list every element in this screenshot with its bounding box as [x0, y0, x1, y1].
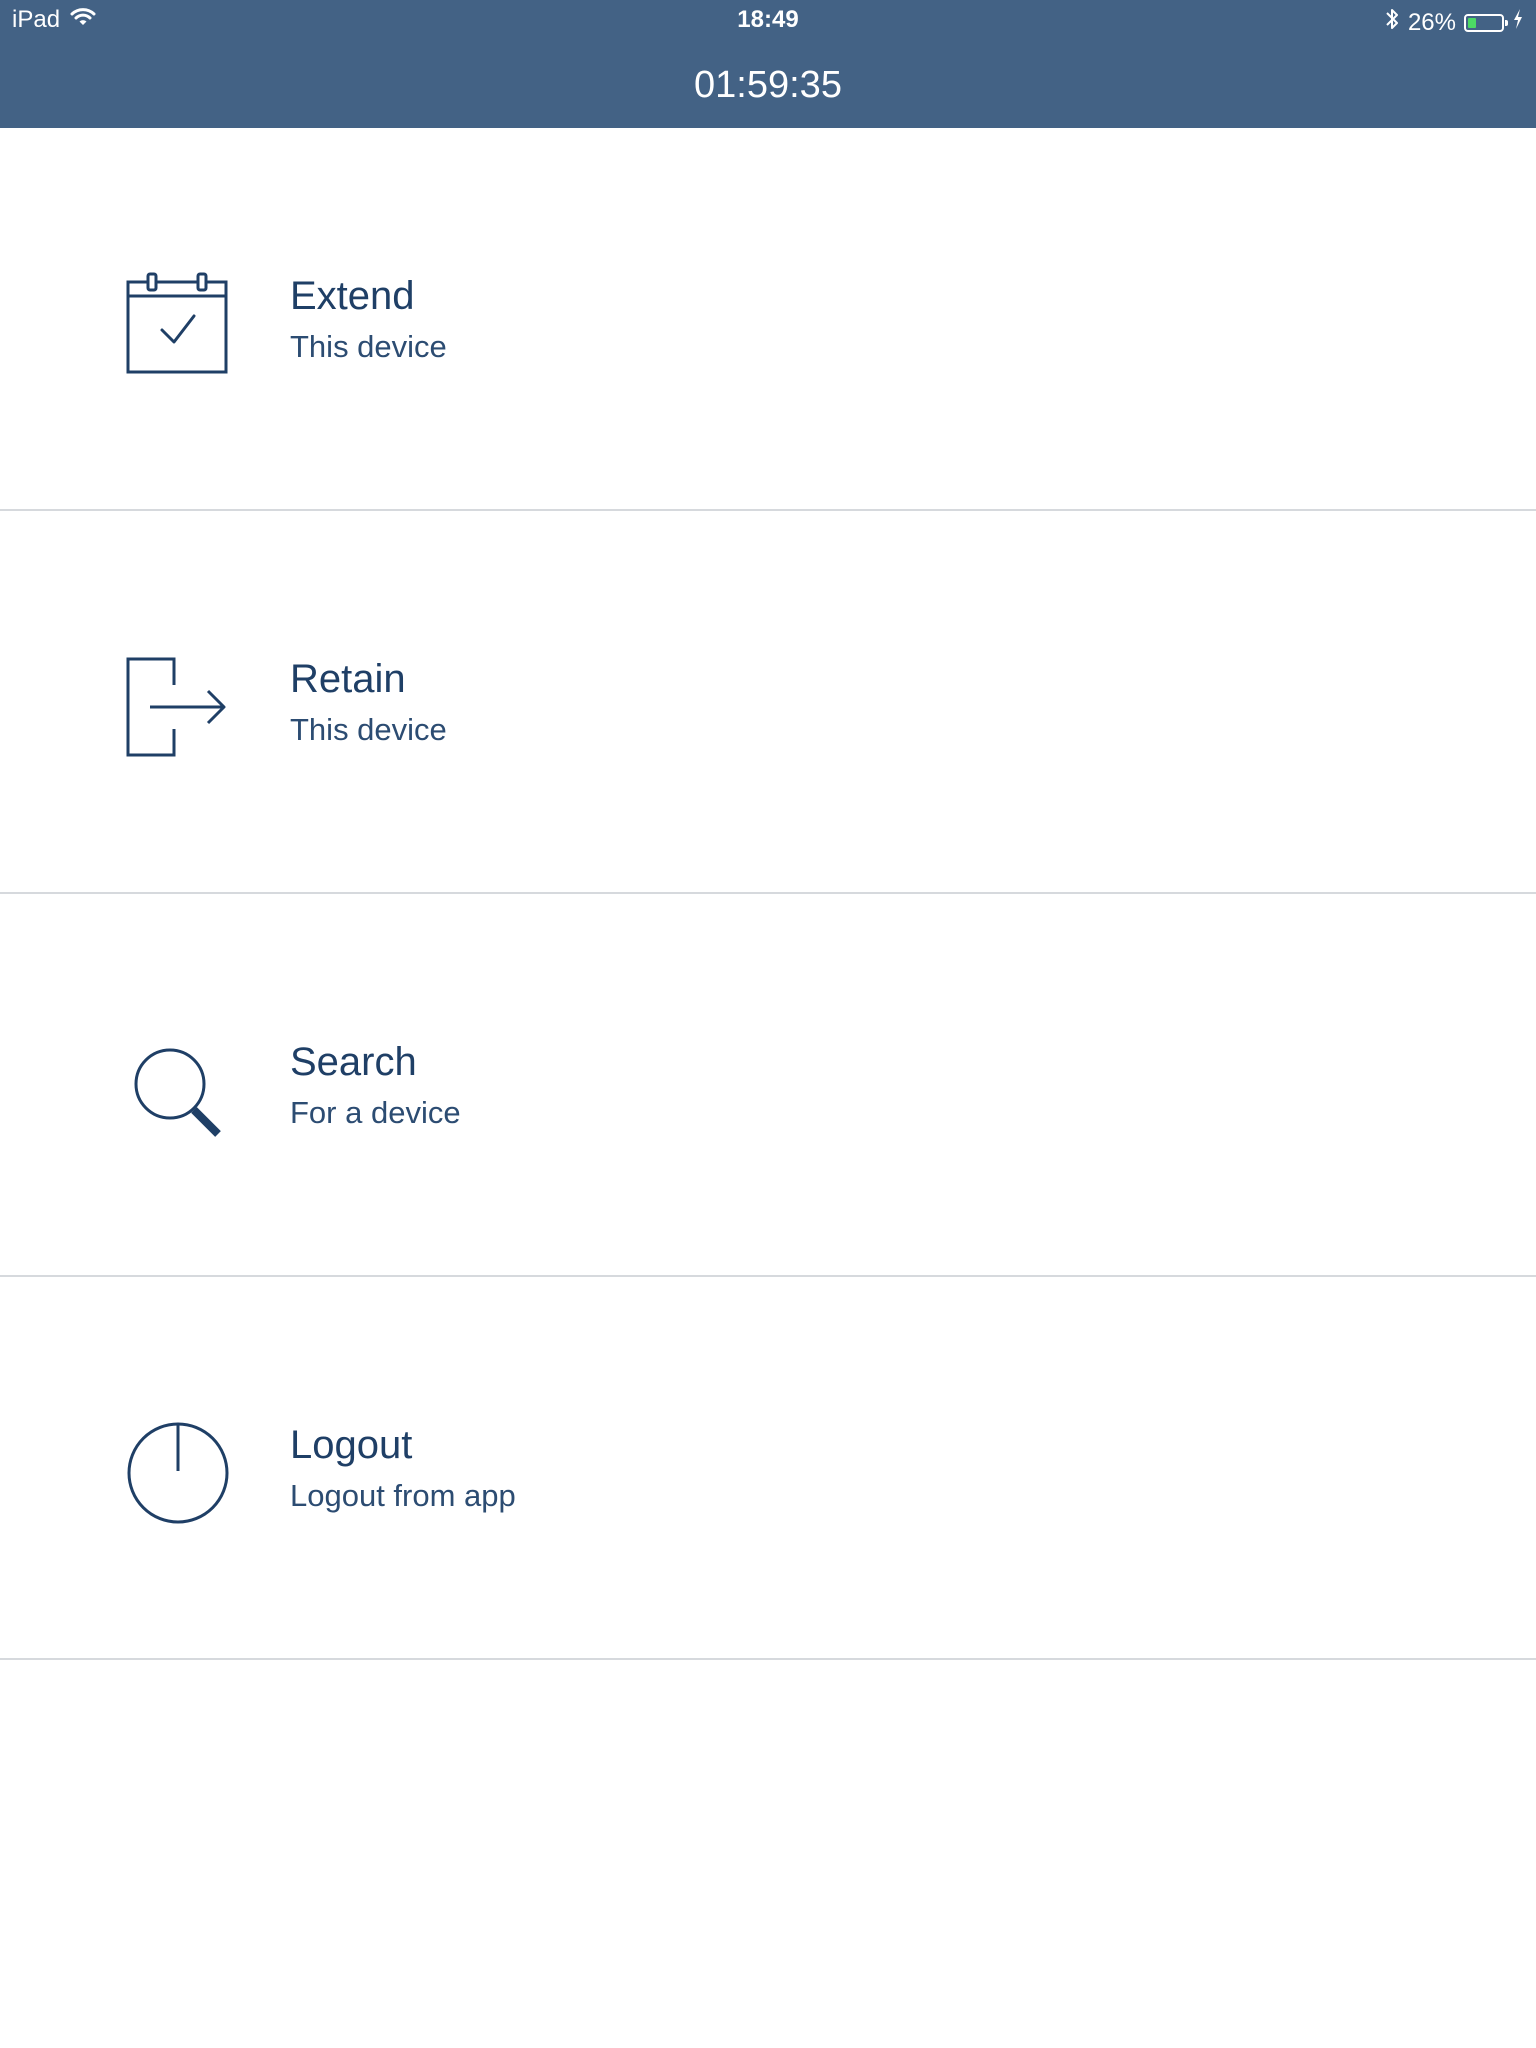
menu-item-retain[interactable]: Retain This device: [0, 511, 1536, 894]
status-time: 18:49: [737, 6, 799, 33]
battery-tip: [1505, 19, 1508, 26]
menu-item-subtitle: This device: [290, 329, 447, 364]
search-icon: [118, 1030, 238, 1150]
menu-item-title: Search: [290, 1040, 417, 1084]
menu-item-title: Logout: [290, 1423, 413, 1467]
header-bar: iPad 18:49 26% 01:59:35: [0, 0, 1536, 128]
menu-item-subtitle: This device: [290, 712, 447, 747]
battery-percent: 26%: [1407, 8, 1456, 36]
menu-item-subtitle: For a device: [290, 1095, 461, 1130]
menu-item-subtitle: Logout from app: [290, 1478, 516, 1513]
battery-icon: [1464, 13, 1508, 32]
menu-item-title: Retain: [290, 657, 406, 701]
status-right: 26%: [1384, 6, 1524, 39]
power-icon: [118, 1413, 238, 1533]
menu-item-title: Extend: [290, 274, 415, 318]
bluetooth-icon: [1384, 6, 1400, 39]
nav-timer-title: 01:59:35: [694, 64, 842, 106]
charging-bolt-icon: [1512, 8, 1524, 37]
menu-item-search[interactable]: Search For a device: [0, 894, 1536, 1277]
menu-item-extend[interactable]: Extend This device: [0, 128, 1536, 511]
calendar-check-icon: [118, 264, 238, 384]
exit-arrow-icon: [118, 647, 238, 767]
battery-level-fill: [1468, 17, 1476, 28]
menu-list: Extend This device Retain This device Se…: [0, 128, 1536, 1660]
menu-item-logout[interactable]: Logout Logout from app: [0, 1277, 1536, 1660]
status-bar: iPad 18:49 26%: [0, 0, 1536, 40]
